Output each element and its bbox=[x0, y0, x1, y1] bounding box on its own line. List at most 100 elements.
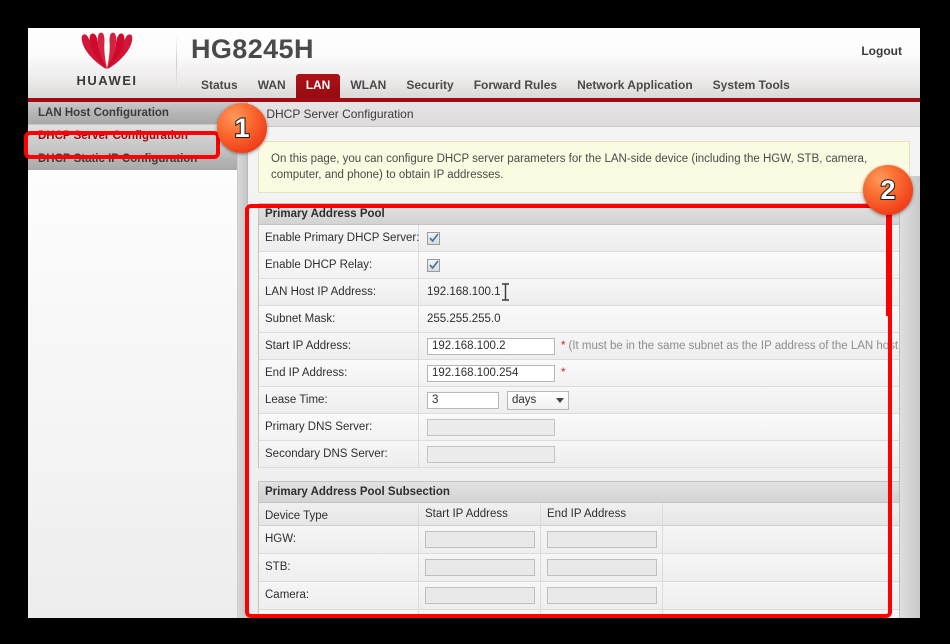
page-notice: On this page, you can configure DHCP ser… bbox=[258, 141, 910, 193]
nav-item-forward-rules[interactable]: Forward Rules bbox=[464, 74, 567, 98]
lease-time-unit-select[interactable]: days bbox=[507, 391, 569, 410]
label-subnet-mask: Subnet Mask: bbox=[259, 306, 419, 332]
header-divider bbox=[176, 34, 177, 92]
page-body: LAN Host Configuration DHCP Server Confi… bbox=[28, 102, 920, 618]
row-end-ip-address: End IP Address: * bbox=[259, 360, 909, 387]
main-navigation: Status WAN LAN WLAN Security Forward Rul… bbox=[191, 74, 800, 98]
primary-address-pool-panel: Primary Address Pool Enable Primary DHCP… bbox=[258, 203, 910, 468]
required-marker: * bbox=[561, 367, 565, 379]
value-lease-time: days bbox=[419, 391, 909, 410]
label-secondary-dns-server: Secondary DNS Server: bbox=[259, 441, 419, 467]
check-icon bbox=[429, 260, 439, 270]
checkbox-enable-primary-dhcp-server[interactable] bbox=[427, 232, 440, 245]
label-enable-primary-dhcp-server: Enable Primary DHCP Server: bbox=[259, 225, 419, 251]
cell-device-type-camera: Camera: bbox=[259, 582, 419, 609]
sidebar-item-dhcp-static-ip-configuration[interactable]: DHCP Static IP Configuration bbox=[28, 148, 237, 171]
value-enable-primary-dhcp-server bbox=[419, 232, 909, 245]
hgw-start-ip-input[interactable] bbox=[425, 531, 535, 548]
row-enable-dhcp-relay: Enable DHCP Relay: bbox=[259, 252, 909, 279]
nav-item-wlan[interactable]: WLAN bbox=[340, 74, 396, 98]
nav-item-system-tools[interactable]: System Tools bbox=[703, 74, 800, 98]
table-row: Camera: bbox=[259, 582, 909, 610]
nav-item-network-application[interactable]: Network Application bbox=[567, 74, 703, 98]
secondary-dns-server-input[interactable] bbox=[427, 446, 555, 463]
computer-end-ip-input[interactable] bbox=[547, 615, 657, 618]
camera-start-ip-input[interactable] bbox=[425, 587, 535, 604]
content-right-gutter[interactable] bbox=[899, 176, 920, 618]
cell-start-ip-computer bbox=[419, 610, 541, 618]
nav-item-status[interactable]: Status bbox=[191, 74, 248, 98]
camera-end-ip-input[interactable] bbox=[547, 587, 657, 604]
subsection-title: Primary Address Pool Subsection bbox=[259, 482, 909, 503]
lease-time-unit-value: days bbox=[512, 394, 536, 406]
primary-address-pool-subsection-panel: Primary Address Pool Subsection Device T… bbox=[258, 481, 910, 618]
check-icon bbox=[429, 233, 439, 243]
nav-item-lan[interactable]: LAN bbox=[296, 74, 341, 98]
label-primary-dns-server: Primary DNS Server: bbox=[259, 414, 419, 440]
label-enable-dhcp-relay: Enable DHCP Relay: bbox=[259, 252, 419, 278]
sidebar-empty-area bbox=[28, 170, 237, 618]
value-primary-dns-server bbox=[419, 419, 909, 436]
cell-end-ip-hgw bbox=[541, 526, 663, 553]
row-start-ip-address: Start IP Address: * (It must be in the s… bbox=[259, 333, 909, 360]
end-ip-address-input[interactable] bbox=[427, 365, 555, 382]
row-primary-dns-server: Primary DNS Server: bbox=[259, 414, 909, 441]
lease-time-input[interactable] bbox=[427, 392, 499, 409]
panel-spacer bbox=[248, 468, 920, 481]
value-lan-host-ip-address: 192.168.100.1 bbox=[419, 286, 909, 298]
stb-start-ip-input[interactable] bbox=[425, 559, 535, 576]
cell-device-type-hgw: HGW: bbox=[259, 526, 419, 553]
value-subnet-mask: 255.255.255.0 bbox=[419, 313, 909, 325]
row-secondary-dns-server: Secondary DNS Server: bbox=[259, 441, 909, 468]
breadcrumb: > DHCP Server Configuration bbox=[248, 102, 920, 127]
computer-start-ip-input[interactable] bbox=[425, 615, 535, 618]
label-lan-host-ip-address: LAN Host IP Address: bbox=[259, 279, 419, 305]
row-subnet-mask: Subnet Mask: 255.255.255.0 bbox=[259, 306, 909, 333]
huawei-flower-logo-icon bbox=[57, 32, 157, 70]
column-header-start-ip-address: Start IP Address bbox=[419, 503, 541, 525]
row-lease-time: Lease Time: days bbox=[259, 387, 909, 414]
router-web-ui-page: HUAWEI HG8245H Logout Status WAN LAN WLA… bbox=[28, 28, 920, 618]
cell-device-type-computer: Computer: bbox=[259, 610, 419, 618]
checkbox-enable-dhcp-relay[interactable] bbox=[427, 259, 440, 272]
column-header-end-ip-address: End IP Address bbox=[541, 503, 663, 525]
content-area: > DHCP Server Configuration On this page… bbox=[248, 102, 920, 618]
column-header-device-type: Device Type bbox=[259, 503, 419, 525]
sidebar-item-dhcp-server-configuration[interactable]: DHCP Server Configuration bbox=[28, 125, 237, 148]
hgw-end-ip-input[interactable] bbox=[547, 531, 657, 548]
chevron-down-icon bbox=[556, 398, 564, 403]
start-ip-address-hint: (It must be in the same subnet as the IP… bbox=[568, 340, 905, 352]
nav-item-security[interactable]: Security bbox=[396, 74, 463, 98]
logout-link[interactable]: Logout bbox=[861, 44, 902, 58]
value-end-ip-address: * bbox=[419, 365, 909, 382]
start-ip-address-input[interactable] bbox=[427, 338, 555, 355]
table-row: HGW: bbox=[259, 526, 909, 554]
cell-end-ip-computer bbox=[541, 610, 663, 618]
device-model-title: HG8245H bbox=[191, 34, 314, 65]
label-start-ip-address: Start IP Address: bbox=[259, 333, 419, 359]
value-secondary-dns-server bbox=[419, 446, 909, 463]
row-enable-primary-dhcp-server: Enable Primary DHCP Server: bbox=[259, 225, 909, 252]
subsection-table-header: Device Type Start IP Address End IP Addr… bbox=[259, 503, 909, 526]
sidebar-item-lan-host-configuration[interactable]: LAN Host Configuration bbox=[28, 102, 237, 125]
cell-end-ip-stb bbox=[541, 554, 663, 581]
cell-start-ip-camera bbox=[419, 582, 541, 609]
sidebar-gutter bbox=[238, 102, 248, 618]
label-lease-time: Lease Time: bbox=[259, 387, 419, 413]
stb-end-ip-input[interactable] bbox=[547, 559, 657, 576]
cell-end-ip-camera bbox=[541, 582, 663, 609]
page-header: HUAWEI HG8245H Logout Status WAN LAN WLA… bbox=[28, 28, 920, 102]
required-marker: * bbox=[561, 340, 565, 352]
table-row: Computer: bbox=[259, 610, 909, 618]
cell-start-ip-stb bbox=[419, 554, 541, 581]
value-start-ip-address: * (It must be in the same subnet as the … bbox=[419, 338, 909, 355]
sidebar: LAN Host Configuration DHCP Server Confi… bbox=[28, 102, 238, 618]
value-enable-dhcp-relay bbox=[419, 259, 909, 272]
nav-item-wan[interactable]: WAN bbox=[248, 74, 296, 98]
huawei-wordmark: HUAWEI bbox=[48, 73, 166, 88]
primary-dns-server-input[interactable] bbox=[427, 419, 555, 436]
huawei-logo: HUAWEI bbox=[48, 32, 166, 94]
table-row: STB: bbox=[259, 554, 909, 582]
cell-device-type-stb: STB: bbox=[259, 554, 419, 581]
screenshot-root: HUAWEI HG8245H Logout Status WAN LAN WLA… bbox=[0, 0, 950, 644]
